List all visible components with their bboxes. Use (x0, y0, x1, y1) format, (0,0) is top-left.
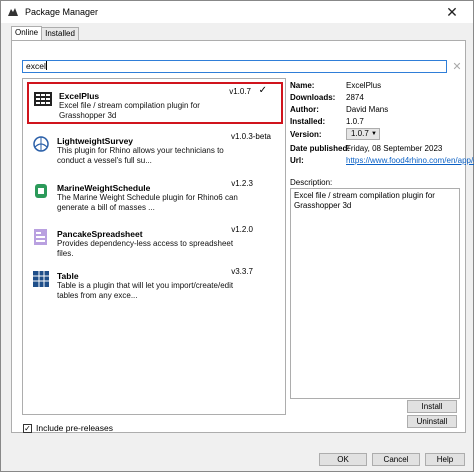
package-description: Provides dependency-less access to sprea… (57, 239, 234, 258)
table-icon (33, 271, 49, 287)
description-label: Description: (290, 178, 333, 187)
help-button[interactable]: Help (425, 453, 465, 466)
author-label: Author: (290, 105, 319, 114)
tab-strip: Online Installed (11, 26, 79, 40)
uninstall-button[interactable]: Uninstall (407, 415, 457, 428)
tab-installed[interactable]: Installed (41, 27, 79, 40)
name-label: Name: (290, 81, 315, 90)
installed-check-icon: ✓ (258, 85, 267, 96)
rhino-app-icon (6, 5, 20, 19)
package-version: v1.0.7 (229, 87, 251, 96)
package-description: Table is a plugin that will let you impo… (57, 281, 234, 300)
install-button[interactable]: Install (407, 400, 457, 413)
version-select[interactable]: 1.0.7 ▼ (346, 128, 380, 140)
package-version: v1.2.0 (231, 225, 253, 234)
chevron-down-icon: ▼ (371, 131, 377, 137)
installed-value: 1.0.7 (346, 117, 364, 126)
package-item-lightweightsurvey[interactable]: LightweightSurvey This plugin for Rhino … (27, 129, 283, 171)
package-item-marineweightschedule[interactable]: MarineWeightSchedule The Marine Weight S… (27, 176, 283, 218)
online-tab-panel: excel ✕ ExcelPlus Excel file / stream co… (11, 40, 474, 433)
author-value: David Mans (346, 105, 389, 114)
package-name: PancakeSpreadsheet (57, 229, 143, 239)
package-version: v1.0.3-beta (230, 132, 271, 141)
package-description: Excel file / stream compilation plugin f… (59, 101, 200, 120)
text-caret (45, 61, 47, 70)
search-input-value: excel (26, 61, 46, 71)
date-published-value: Friday, 08 September 2023 (346, 144, 443, 153)
package-name: MarineWeightSchedule (57, 183, 151, 193)
cancel-button[interactable]: Cancel (372, 453, 420, 466)
version-row: 1.0.7 ▼ (290, 128, 460, 142)
title-bar: Package Manager ✕ (1, 1, 473, 23)
window-title: Package Manager (25, 7, 99, 17)
marineweightschedule-icon (35, 184, 47, 198)
downloads-value: 2874 (346, 93, 364, 102)
package-name: LightweightSurvey (57, 136, 134, 146)
package-item-excelplus[interactable]: ExcelPlus Excel file / stream compilatio… (27, 82, 283, 124)
url-label: Url: (290, 156, 304, 165)
ok-button[interactable]: OK (319, 453, 367, 466)
package-description: This plugin for Rhino allows your techni… (57, 146, 224, 165)
package-item-pancakespreadsheet[interactable]: PancakeSpreadsheet Provides dependency-l… (27, 222, 283, 264)
dialog-button-bar: OK Cancel Help (1, 449, 473, 471)
lightweightsurvey-icon (33, 136, 49, 152)
package-version: v3.3.7 (231, 267, 253, 276)
search-clear-button[interactable]: ✕ (451, 59, 463, 73)
include-prereleases-checkbox[interactable]: ✓ (23, 423, 32, 433)
date-published-label: Date published: (290, 144, 351, 153)
package-version: v1.2.3 (231, 179, 253, 188)
package-name: Table (57, 271, 79, 281)
downloads-label: Downloads: (290, 93, 336, 102)
package-item-table[interactable]: Table Table is a plugin that will let yo… (27, 264, 283, 306)
include-prereleases-label: Include pre-releases (36, 423, 114, 433)
include-prereleases-row[interactable]: ✓ Include pre-releases (23, 423, 113, 433)
close-button[interactable]: ✕ (431, 1, 473, 23)
tab-online[interactable]: Online (11, 26, 43, 40)
pancakespreadsheet-icon (34, 229, 47, 245)
package-manager-window: Package Manager ✕ Online Installed excel… (0, 0, 474, 472)
version-select-value: 1.0.7 (351, 129, 369, 138)
package-description: The Marine Weight Schedule plugin for Rh… (57, 193, 238, 212)
package-name: ExcelPlus (59, 91, 100, 101)
name-value: ExcelPlus (346, 81, 382, 90)
installed-label: Installed: (290, 117, 326, 126)
excelplus-icon (34, 92, 52, 106)
package-list: ExcelPlus Excel file / stream compilatio… (22, 78, 286, 415)
search-input[interactable]: excel (22, 60, 447, 73)
url-link[interactable]: https://www.food4rhino.com/en/app/excel (346, 156, 474, 166)
description-box: Excel file / stream compilation plugin f… (290, 188, 460, 399)
